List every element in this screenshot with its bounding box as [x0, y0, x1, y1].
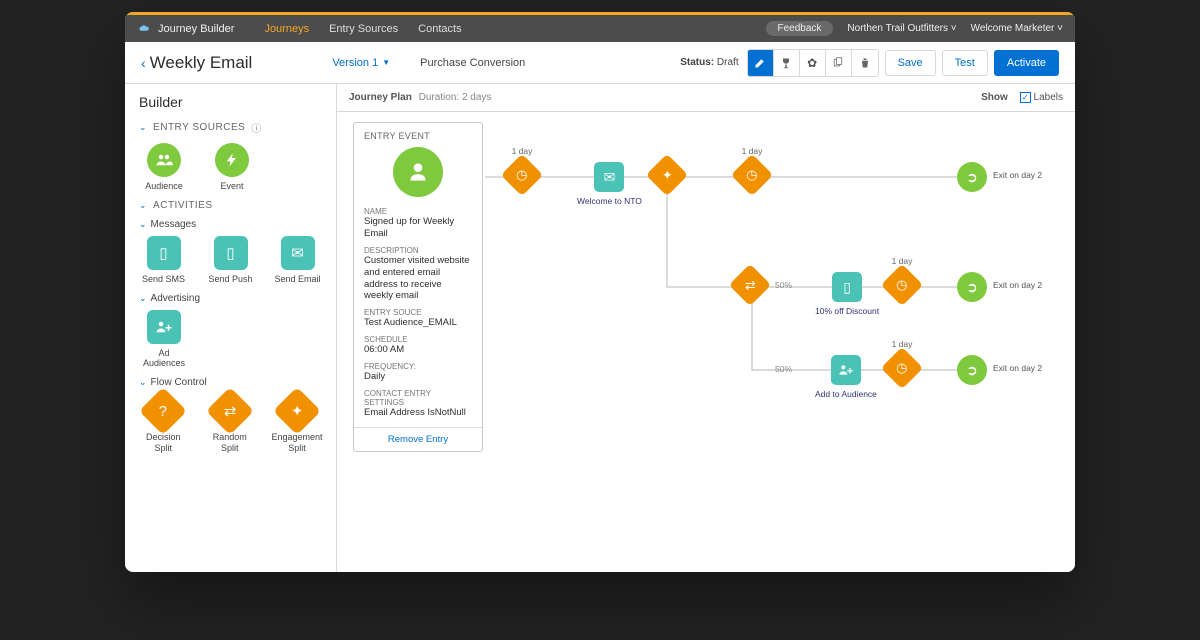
journey-title: Weekly Email [150, 53, 253, 73]
phone-icon: ▯ [832, 272, 862, 302]
group-flow-control[interactable]: ⌄Flow Control [139, 377, 322, 388]
chevron-down-icon: ⌄ [139, 200, 147, 211]
chevron-down-icon: ⌄ [139, 219, 147, 230]
people-icon [147, 143, 181, 177]
node-email-welcome[interactable]: ✉ Welcome to NTO [577, 162, 642, 206]
nav-entry-sources[interactable]: Entry Sources [329, 23, 398, 35]
group-advertising[interactable]: ⌄Advertising [139, 293, 322, 304]
feedback-button[interactable]: Feedback [766, 21, 834, 36]
phone-icon: ▯ [147, 236, 181, 270]
bolt-icon [215, 143, 249, 177]
nav-contacts[interactable]: Contacts [418, 23, 461, 35]
clock-icon: ◷ [881, 347, 923, 389]
node-wait-2[interactable]: 1 day ◷ [737, 160, 767, 190]
palette-engagement-split[interactable]: ✦Engagement Split [272, 394, 322, 454]
delete-button[interactable] [852, 50, 878, 76]
copy-button[interactable] [826, 50, 852, 76]
chevron-down-icon: ⌄ [139, 122, 147, 133]
clock-icon: ◷ [881, 264, 923, 306]
node-exit-3[interactable]: ➲ Exit on day 2 [957, 355, 987, 385]
remove-entry-button[interactable]: Remove Entry [354, 427, 482, 451]
trash-icon [859, 57, 871, 69]
back-chevron-icon[interactable]: ‹ [141, 55, 146, 71]
mail-icon: ✉ [594, 162, 624, 192]
node-wait-1[interactable]: 1 day ◷ [507, 160, 537, 190]
chevron-down-icon: ⌄ [139, 293, 147, 304]
builder-heading: Builder [139, 94, 322, 110]
branch-icon: ⇄ [206, 387, 254, 435]
exit-icon: ➲ [957, 162, 987, 192]
status-label: Status: Draft [680, 57, 738, 68]
palette-decision-split[interactable]: ?Decision Split [139, 394, 188, 454]
split-pct-a: 50% [775, 280, 792, 290]
clock-icon: ◷ [501, 154, 543, 196]
entry-event-card[interactable]: ENTRY EVENT NAME Signed up for Weekly Em… [353, 122, 483, 452]
settings-button[interactable]: ✿ [800, 50, 826, 76]
group-messages[interactable]: ⌄Messages [139, 219, 322, 230]
canvas-header: Journey Plan Duration: 2 days Show ✓ Lab… [337, 84, 1075, 112]
node-wait-3[interactable]: 1 day ◷ [887, 270, 917, 300]
palette-event[interactable]: Event [207, 143, 257, 192]
top-bar: Journey Builder Journeys Entry Sources C… [125, 12, 1075, 42]
node-random-split[interactable]: ⇄ [735, 270, 765, 300]
node-exit-2[interactable]: ➲ Exit on day 2 [957, 272, 987, 302]
canvas-area: Journey Plan Duration: 2 days Show ✓ Lab… [337, 84, 1075, 572]
builder-sidebar: Builder ⌄ ENTRY SOURCES ⓘ Audience Ev [125, 84, 337, 572]
save-button[interactable]: Save [885, 50, 936, 76]
palette-ad-audiences[interactable]: Ad Audiences [139, 310, 189, 370]
node-exit-1[interactable]: ➲ Exit on day 2 [957, 162, 987, 192]
node-wait-4[interactable]: 1 day ◷ [887, 353, 917, 383]
section-activities[interactable]: ⌄ ACTIVITIES [139, 200, 322, 211]
show-label: Show [981, 92, 1008, 103]
palette-send-sms[interactable]: ▯Send SMS [139, 236, 188, 285]
salesforce-cloud-icon [139, 23, 150, 34]
trophy-icon [780, 57, 792, 69]
section-entry-sources[interactable]: ⌄ ENTRY SOURCES ⓘ [139, 120, 322, 135]
mail-icon: ✉ [281, 236, 315, 270]
test-button[interactable]: Test [942, 50, 988, 76]
sub-header: ‹ Weekly Email Version 1 ▼ Purchase Conv… [125, 42, 1075, 84]
branch-icon: ⇄ [729, 264, 771, 306]
app-name: Journey Builder [158, 23, 234, 35]
node-add-audience[interactable]: Add to Audience [815, 355, 877, 399]
nav-journeys[interactable]: Journeys [264, 23, 309, 35]
journey-plan-title: Journey Plan [349, 92, 412, 103]
question-icon: ? [139, 387, 187, 435]
people-plus-icon [831, 355, 861, 385]
split-pct-b: 50% [775, 364, 792, 374]
top-nav: Journeys Entry Sources Contacts [264, 23, 461, 35]
welcome-user[interactable]: Welcome Marketer ˅ [971, 23, 1063, 34]
labels-toggle[interactable]: ✓ Labels [1020, 92, 1063, 103]
exit-icon: ➲ [957, 355, 987, 385]
goal-button[interactable] [774, 50, 800, 76]
chevron-down-icon: ⌄ [139, 377, 147, 388]
account-switcher[interactable]: Northen Trail Outfitters ˅ [847, 23, 956, 34]
palette-send-email[interactable]: ✉Send Email [273, 236, 322, 285]
bell-icon: ▯ [214, 236, 248, 270]
activate-button[interactable]: Activate [994, 50, 1059, 76]
palette-audience[interactable]: Audience [139, 143, 189, 192]
entry-event-header: ENTRY EVENT [364, 131, 472, 141]
edit-button[interactable] [748, 50, 774, 76]
exit-icon: ➲ [957, 272, 987, 302]
clock-icon: ◷ [731, 154, 773, 196]
spark-icon: ✦ [646, 154, 688, 196]
palette-send-push[interactable]: ▯Send Push [206, 236, 255, 285]
goal-label: Purchase Conversion [420, 57, 525, 69]
palette-random-split[interactable]: ⇄Random Split [206, 394, 255, 454]
node-push-discount[interactable]: ▯ 10% off Discount [815, 272, 879, 316]
spark-icon: ✦ [273, 387, 321, 435]
people-plus-icon [147, 310, 181, 344]
version-selector[interactable]: Version 1 ▼ [332, 57, 390, 69]
info-icon[interactable]: ⓘ [251, 120, 262, 135]
copy-icon [832, 57, 844, 69]
node-engagement-split[interactable]: ✦ [652, 160, 682, 190]
pencil-icon [754, 57, 766, 69]
toolbar-icon-group: ✿ [747, 49, 879, 77]
person-icon [393, 147, 443, 197]
journey-canvas[interactable]: ENTRY EVENT NAME Signed up for Weekly Em… [337, 112, 1075, 572]
